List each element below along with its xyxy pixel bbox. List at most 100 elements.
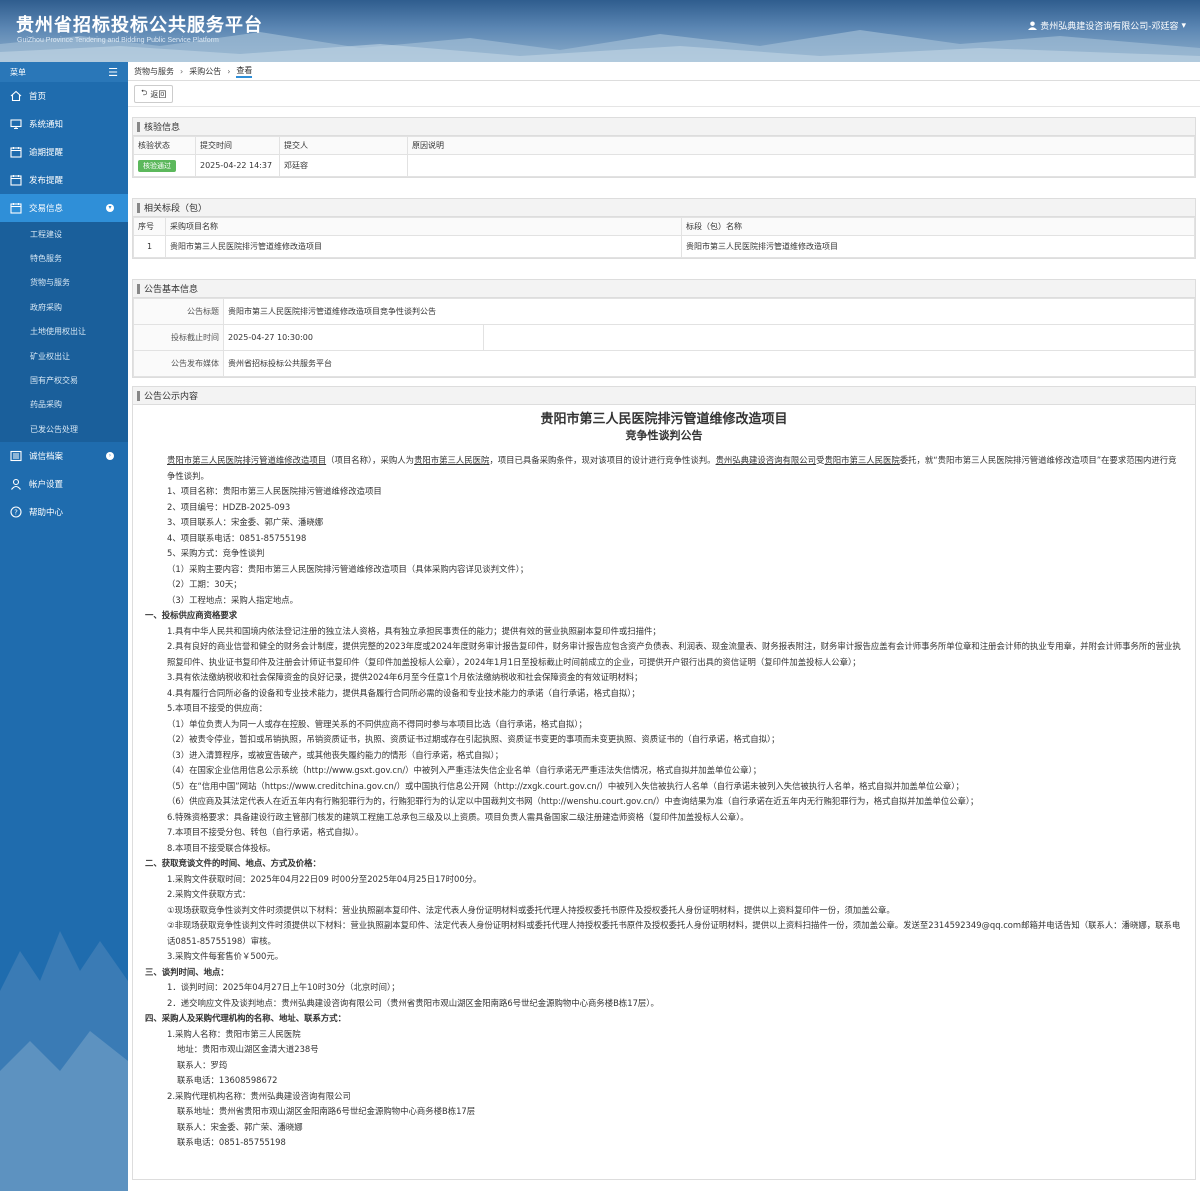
notice-line: 地址：贵阳市观山湖区金清大道238号	[177, 1044, 319, 1054]
notice-line: 1.采购文件获取时间：2025年04月22日09 时00分至2025年04月25…	[167, 873, 482, 884]
site-subtitle: GuiZhou Province Tendering and Bidding P…	[17, 37, 219, 44]
related-panel: 相关标段（包） 序号 采购项目名称 标段（包）名称 1 贵阳市第三人民医院排污管道维修…	[132, 198, 1196, 259]
sidebar-item-label: 系统通知	[29, 120, 64, 130]
notice-line: 三、谈判时间、地点：	[145, 966, 229, 977]
panel-title: 公告公示内容	[144, 392, 199, 402]
notice-line: （6）供应商及其法定代表人在近五年内有行贿犯罪行为的，行贿犯罪行为的认定以中国裁…	[167, 796, 979, 806]
notice-line: 联系人：宋金委、郭广荣、潘晓娜	[177, 1121, 303, 1132]
notice-line: 5.本项目不接受的供应商：	[167, 703, 268, 713]
notice-line: 3.采购文件每套售价￥500元。	[167, 951, 284, 961]
notice-line: 8.本项目不接受联合体投标。	[167, 842, 276, 853]
notice-line: 2、项目编号：HDZB-2025-093	[167, 501, 291, 512]
notice-line: （2）被责令停业，暂扣或吊销执照，吊销资质证书，执照、资质证书过期或存在引起执照…	[167, 734, 780, 744]
sidebar-item[interactable]: 交易信息 ▾	[0, 194, 128, 222]
toolbar: ⮌ 返回	[128, 81, 1200, 107]
user-name: 贵州弘典建设咨询有限公司-邓廷容	[1040, 22, 1179, 32]
sidebar-subitem[interactable]: 政府采购	[0, 295, 128, 319]
back-button[interactable]: ⮌ 返回	[134, 85, 174, 103]
notice-line: 1.采购人名称：贵阳市第三人民医院	[167, 1028, 301, 1039]
sidebar-header: 菜单 ☰	[0, 62, 128, 82]
notice-line: （3）工程地点：采购人指定地点。	[167, 594, 298, 605]
notice-line: （1）单位负责人为同一人或存在控股、管理关系的不同供应商不得同时参与本项目比选（…	[167, 718, 587, 729]
notice-line: 联系电话：0851-85755198	[177, 1137, 286, 1147]
related-table: 序号 采购项目名称 标段（包）名称 1 贵阳市第三人民医院排污管道维修改造项目 贵阳市第…	[133, 217, 1195, 258]
notice-line: 2.采购代理机构名称：贵州弘典建设咨询有限公司	[167, 1090, 351, 1101]
notice-line: 7.本项目不接受分包、转包（自行承诺，格式自拟）。	[167, 827, 364, 837]
notice-line: （3）进入清算程序，或被宣告破产，或其他丧失履约能力的情形（自行承诺，格式自拟）…	[167, 749, 504, 760]
notice-line: 联系人：罗筠	[177, 1059, 228, 1070]
calendar-icon	[10, 174, 22, 186]
chevron-icon: ›	[106, 451, 114, 460]
sidebar-submenu: 工程建设 特色服务 货物与服务 政府采购 土地使用权出让 矿业权出让 国有产权交易 药品采购已…	[0, 222, 128, 442]
sidebar-subitem[interactable]: 土地使用权出让	[0, 320, 128, 344]
basic-panel: 公告基本信息 公告标题 贵阳市第三人民医院排污管道维修改造项目竞争性谈判公告 投标…	[132, 279, 1196, 378]
notice-line: （5）在“信用中国”网站（https://www.creditchina.gov…	[167, 780, 964, 791]
basic-table: 公告标题 贵阳市第三人民医院排污管道维修改造项目竞争性谈判公告 投标截止时间 202…	[133, 298, 1195, 377]
notice-line: 2．递交响应文件及谈判地点：贵州弘典建设咨询有限公司（贵州省贵阳市观山湖区金阳南…	[167, 997, 659, 1008]
notice-subheading: 竞争性谈判公告	[625, 429, 703, 442]
sidebar-item[interactable]: 逾期提醒	[0, 138, 128, 166]
status-badge: 核验通过	[138, 159, 176, 172]
breadcrumb-item[interactable]: 货物与服务	[134, 66, 174, 77]
back-icon: ⮌	[141, 88, 148, 97]
calendar-icon	[10, 146, 22, 158]
notice-line: 6.特殊资格要求：具备建设行政主管部门核发的建筑工程施工总承包三级及以上资质。项…	[167, 811, 749, 822]
notice-line: 一、投标供应商资格要求	[145, 610, 238, 620]
notice-line: 2.采购文件获取方式：	[167, 889, 251, 899]
verify-table: 核验状态 提交时间 提交人 原因说明 核验通过 2025-04-22 14:37 邓廷容	[133, 136, 1195, 177]
notice-line: ②非现场获取竞争性谈判文件时须提供以下材料：营业执照副本复印件、法定代表人身份证…	[167, 920, 1181, 946]
notice-line: 1.具有中华人民共和国境内依法登记注册的独立法人资格，具有独立承担民事责任的能力…	[167, 625, 661, 636]
sidebar-subitem[interactable]: 工程建设	[0, 222, 128, 246]
notice-intro: 贵阳市第三人民医院排污管道维修改造项目（项目名称），采购人为贵阳市第三人民医院，…	[167, 455, 1177, 481]
sidebar-subitem[interactable]: 矿业权出让	[0, 344, 128, 368]
panel-title: 相关标段（包）	[144, 204, 208, 214]
sidebar-item-label: 交易信息	[29, 204, 64, 214]
user-menu[interactable]: 贵州弘典建设咨询有限公司-邓廷容 ▾	[1028, 19, 1186, 32]
sidebar-item[interactable]: 发布提醒	[0, 166, 128, 194]
sidebar-item[interactable]: 诚信档案 ›	[0, 442, 128, 470]
sidebar-subitem[interactable]: 特色服务	[0, 246, 128, 270]
sidebar-item-label: 首页	[29, 92, 47, 102]
sidebar-item-label: 发布提醒	[29, 176, 64, 186]
notice-line: 4、项目联系电话：0851-85755198	[167, 532, 307, 543]
notice-line: （1）采购主要内容：贵阳市第三人民医院排污管道维修改造项目（具体采购内容详见谈判…	[167, 563, 529, 574]
list-icon	[10, 450, 22, 462]
notice-line: 联系地址：贵州省贵阳市观山湖区金阳南路6号世纪金源购物中心商务楼B栋17层	[177, 1106, 476, 1116]
hamburger-icon[interactable]: ☰	[108, 66, 118, 79]
panel-title: 核验信息	[144, 123, 181, 133]
user-icon	[10, 478, 22, 490]
sidebar-subitem[interactable]: 已发公告处理	[0, 417, 128, 441]
notice-line: 5、采购方式：竞争性谈判	[167, 548, 265, 558]
notice-panel: 公告公示内容 贵阳市第三人民医院排污管道维修改造项目 竞争性谈判公告 贵阳市第三…	[132, 386, 1196, 1180]
page-header: 贵州省招标投标公共服务平台 GuiZhou Province Tendering…	[0, 0, 1200, 62]
user-icon	[1028, 21, 1038, 30]
panel-title: 公告基本信息	[144, 285, 199, 295]
sidebar-item[interactable]: 首页	[0, 82, 128, 110]
sidebar-subitem[interactable]: 国有产权交易	[0, 368, 128, 392]
notice-line: 二、获取竞谈文件的时间、地点、方式及价格：	[145, 858, 321, 868]
calendar-icon	[10, 202, 22, 214]
verify-panel: 核验信息 核验状态 提交时间 提交人 原因说明 核验通过 2025-04-22 14:3…	[132, 117, 1196, 178]
notice-line: 1、项目名称：贵阳市第三人民医院排污管道维修改造项目	[167, 486, 382, 496]
main-content: 货物与服务 › 采购公告 › 查看 ⮌ 返回 核验信息 核验状态 提交时间 提交人 原因说明…	[128, 62, 1200, 1191]
chevron-icon: ▾	[106, 204, 114, 212]
breadcrumb-item[interactable]: 采购公告	[189, 66, 221, 77]
svg-text:?: ?	[14, 508, 18, 516]
sidebar-item[interactable]: 系统通知	[0, 110, 128, 138]
notice-line: 3、项目联系人：宋金委、郭广荣、潘晓娜	[167, 517, 324, 527]
breadcrumb-current: 查看	[236, 65, 253, 78]
sidebar-item[interactable]: 帐户设置	[0, 470, 128, 498]
notice-line: ①现场获取竞争性谈判文件时须提供以下材料：营业执照副本复印件、法定代表人身份证明…	[167, 904, 895, 915]
monitor-icon	[10, 118, 22, 130]
sidebar-item-label: 诚信档案	[29, 451, 64, 462]
sidebar-item[interactable]: ? 帮助中心	[0, 498, 128, 526]
sidebar-item-label: 帮助中心	[29, 507, 64, 518]
notice-heading: 贵阳市第三人民医院排污管道维修改造项目	[540, 412, 788, 427]
sidebar-subitem[interactable]: 药品采购	[0, 393, 128, 417]
notice-content: 贵阳市第三人民医院排污管道维修改造项目 竞争性谈判公告 贵阳市第三人民医院排污管…	[133, 405, 1195, 1151]
sidebar-subitem[interactable]: 货物与服务	[0, 271, 128, 295]
notice-line: 联系电话：13608598672	[177, 1075, 278, 1085]
site-title: 贵州省招标投标公共服务平台	[16, 15, 263, 36]
notice-line: 1．谈判时间：2025年04月27日上午10时30分（北京时间）；	[167, 982, 400, 992]
notice-line: 4.具有履行合同所必备的设备和专业技术能力，提供具备履行合同所必需的设备和专业技…	[167, 687, 640, 698]
